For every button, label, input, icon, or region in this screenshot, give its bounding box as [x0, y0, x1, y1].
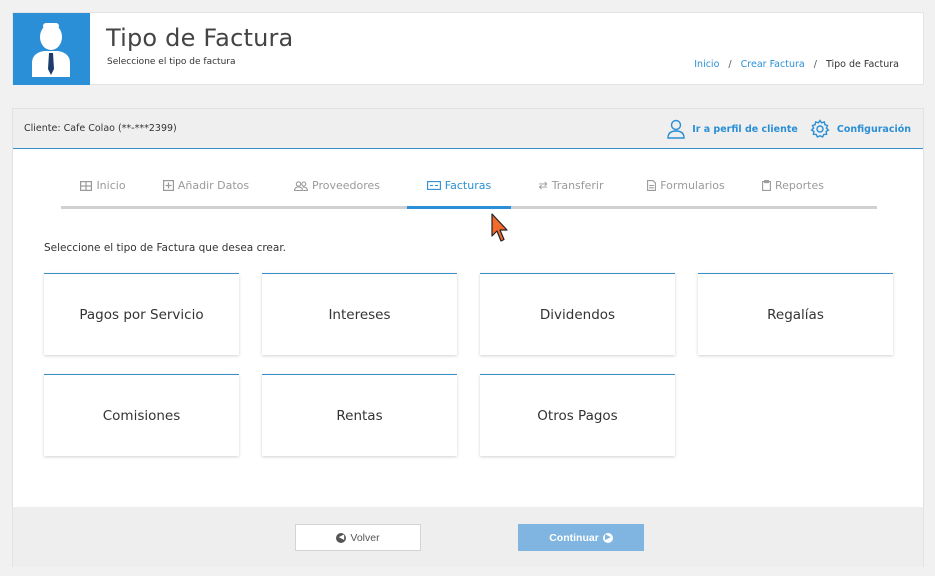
page-header: Tipo de Factura Seleccione el tipo de fa… [12, 12, 924, 85]
breadcrumb-separator: / [728, 59, 732, 70]
tab-label: Proveedores [312, 179, 380, 192]
tab-reportes[interactable]: Reportes [741, 171, 845, 206]
invoice-type-rentas[interactable]: Rentas [262, 374, 457, 456]
tab-anadir-datos[interactable]: Añadir Datos [145, 171, 267, 206]
tab-facturas[interactable]: Facturas [407, 171, 511, 209]
transfer-icon: ⇄ [538, 179, 548, 192]
tab-label: Añadir Datos [177, 179, 250, 192]
configuration-link[interactable]: Configuración [810, 119, 911, 139]
user-avatar [13, 13, 90, 85]
tab-transferir[interactable]: ⇄ Transferir [511, 171, 631, 206]
invoice-type-pagos-por-servicio[interactable]: Pagos por Servicio [44, 273, 239, 355]
tab-label: Inicio [96, 179, 126, 192]
tab-label: Facturas [444, 179, 492, 192]
instruction-text: Seleccione el tipo de Factura que desea … [44, 242, 287, 254]
clipboard-icon [762, 180, 771, 191]
breadcrumb-inicio-link[interactable]: Inicio [694, 59, 719, 70]
client-label: Cliente: Cafe Colao (**-***2399) [24, 123, 177, 134]
document-icon [647, 180, 657, 191]
client-profile-label: Ir a perfil de cliente [692, 123, 798, 135]
main-tabs: Inicio Añadir Datos Proveedores Facturas… [61, 171, 877, 209]
tab-inicio[interactable]: Inicio [61, 171, 145, 206]
tab-label: Reportes [775, 179, 824, 192]
invoice-icon [426, 181, 441, 190]
arrow-left-circle-icon: ◀ [336, 532, 347, 543]
breadcrumb-separator: / [813, 59, 817, 70]
client-profile-link[interactable]: Ir a perfil de cliente [667, 119, 798, 139]
plus-square-icon [162, 180, 174, 191]
user-outline-icon [667, 119, 685, 139]
page-subtitle: Seleccione el tipo de factura [107, 57, 236, 67]
configuration-label: Configuración [836, 123, 911, 135]
tab-proveedores[interactable]: Proveedores [267, 171, 407, 206]
tab-formularios[interactable]: Formularios [631, 171, 741, 206]
invoice-type-regalias[interactable]: Regalías [698, 273, 893, 355]
continue-button-label: Continuar [549, 531, 599, 544]
back-button[interactable]: ◀ Volver [295, 524, 421, 551]
client-actions: Ir a perfil de cliente Configuración [667, 117, 911, 141]
client-bar: Cliente: Cafe Colao (**-***2399) Ir a pe… [13, 109, 923, 149]
tab-label: Formularios [660, 179, 725, 192]
invoice-type-dividendos[interactable]: Dividendos [480, 273, 675, 355]
person-icon [32, 23, 70, 77]
breadcrumb: Inicio / Crear Factura / Tipo de Factura [694, 59, 899, 70]
breadcrumb-current: Tipo de Factura [825, 59, 899, 70]
users-icon [294, 180, 308, 191]
footer-actions: ◀ Volver Continuar ▶ [13, 507, 923, 567]
main-panel: Cliente: Cafe Colao (**-***2399) Ir a pe… [12, 108, 924, 567]
invoice-type-intereses[interactable]: Intereses [262, 273, 457, 355]
mouse-pointer-icon [491, 213, 508, 242]
arrow-right-circle-icon: ▶ [602, 532, 613, 543]
tab-label: Transferir [551, 179, 604, 192]
invoice-type-comisiones[interactable]: Comisiones [44, 374, 239, 456]
grid-icon [80, 180, 93, 191]
gear-icon [810, 119, 830, 138]
back-button-label: Volver [350, 531, 380, 544]
continue-button[interactable]: Continuar ▶ [518, 524, 644, 551]
invoice-type-otros-pagos[interactable]: Otros Pagos [480, 374, 675, 456]
breadcrumb-crear-factura-link[interactable]: Crear Factura [741, 59, 805, 70]
page-title: Tipo de Factura [106, 24, 294, 52]
